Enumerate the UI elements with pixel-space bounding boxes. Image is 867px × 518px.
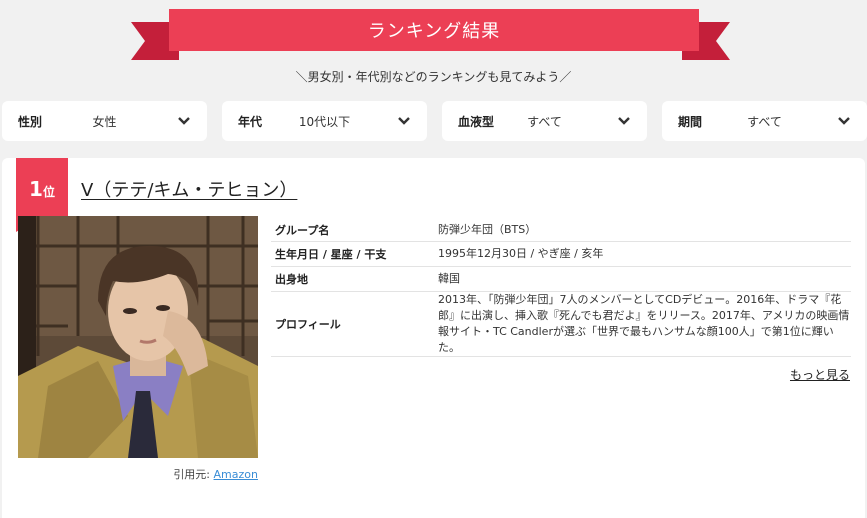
photo-source: 引用元: Amazon bbox=[18, 466, 258, 482]
artist-photo[interactable] bbox=[18, 216, 258, 458]
rank-label: 1位 bbox=[16, 177, 68, 201]
chevron-down-icon bbox=[398, 117, 410, 125]
info-row-birthplace: 出身地 韓国 bbox=[271, 266, 851, 292]
info-value: 1995年12月30日 / やぎ座 / 亥年 bbox=[432, 241, 851, 267]
info-key: 生年月日 / 星座 / 干支 bbox=[271, 241, 432, 267]
artist-name-link[interactable]: V（テテ/キム・テヒョン） bbox=[81, 176, 297, 202]
more-link[interactable]: もっと見る bbox=[790, 366, 850, 383]
rank-suffix: 位 bbox=[42, 185, 55, 199]
chevron-down-icon bbox=[618, 117, 630, 125]
filter-gender[interactable]: 性別 女性 bbox=[2, 101, 207, 141]
info-row-profile: プロフィール 2013年、「防弾少年団」7人のメンバーとしてCDデビュー。201… bbox=[271, 291, 851, 357]
chevron-down-icon bbox=[178, 117, 190, 125]
artist-info-table: グループ名 防弾少年団（BTS） 生年月日 / 星座 / 干支 1995年12月… bbox=[271, 218, 851, 357]
info-value: 2013年、「防弾少年団」7人のメンバーとしてCDデビュー。2016年、ドラマ『… bbox=[432, 291, 851, 357]
info-key: プロフィール bbox=[271, 291, 432, 357]
source-label: 引用元: bbox=[173, 468, 211, 481]
subtitle: ＼男女別・年代別などのランキングも見てみよう／ bbox=[295, 70, 572, 84]
info-row-group: グループ名 防弾少年団（BTS） bbox=[271, 218, 851, 242]
info-value: 韓国 bbox=[432, 266, 851, 292]
source-link[interactable]: Amazon bbox=[214, 468, 258, 481]
banner-title: ランキング結果 bbox=[169, 9, 699, 51]
rank-number: 1 bbox=[29, 177, 43, 201]
info-row-birthday: 生年月日 / 星座 / 干支 1995年12月30日 / やぎ座 / 亥年 bbox=[271, 241, 851, 267]
filter-blood-type[interactable]: 血液型 すべて bbox=[442, 101, 647, 141]
info-key: グループ名 bbox=[271, 218, 432, 242]
portrait-image bbox=[18, 216, 258, 458]
info-value: 防弾少年団（BTS） bbox=[432, 218, 851, 242]
info-key: 出身地 bbox=[271, 266, 432, 292]
filter-age[interactable]: 年代 10代以下 bbox=[222, 101, 427, 141]
chevron-down-icon bbox=[838, 117, 850, 125]
filter-period[interactable]: 期間 すべて bbox=[662, 101, 867, 141]
ranking-banner: ランキング結果 bbox=[0, 0, 867, 60]
